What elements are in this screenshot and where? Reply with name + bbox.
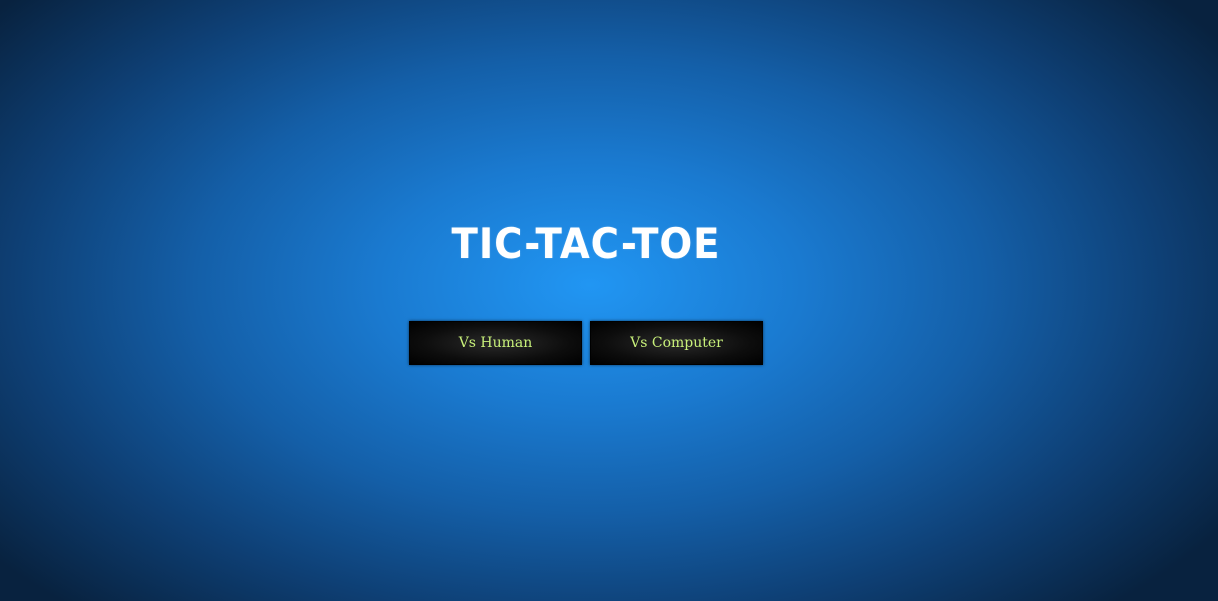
game-title: TIC-TAC-TOE — [451, 219, 721, 268]
main-menu: TIC-TAC-TOE Vs Human Vs Computer — [409, 218, 763, 365]
vs-computer-button[interactable]: Vs Computer — [590, 321, 763, 365]
vs-human-button[interactable]: Vs Human — [409, 321, 582, 365]
mode-buttons: Vs Human Vs Computer — [409, 321, 763, 365]
game-screen: { "title": "TIC-TAC-TOE", "buttons": { "… — [0, 0, 1218, 601]
